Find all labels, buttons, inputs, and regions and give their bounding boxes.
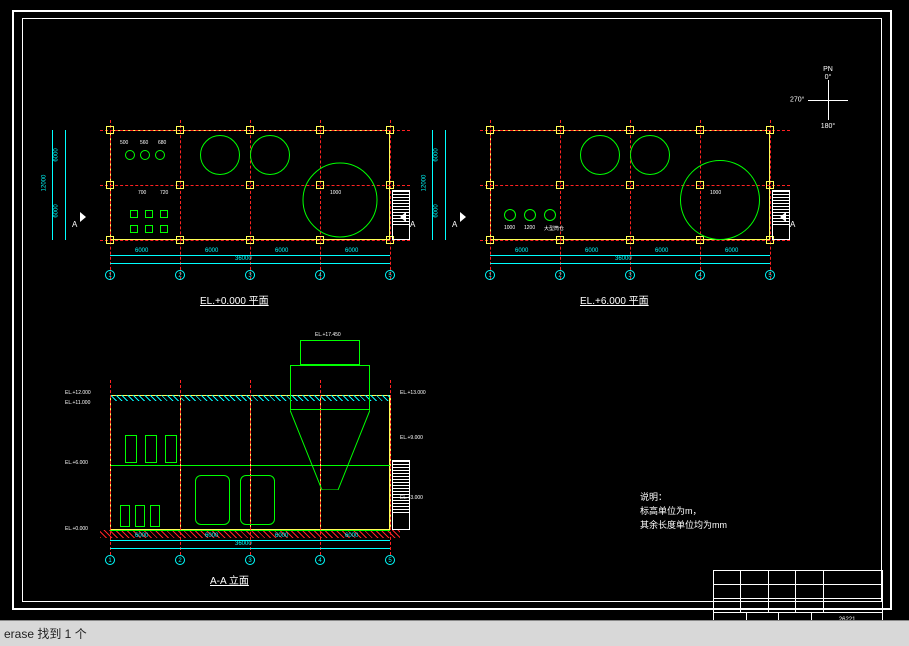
status-bar: erase 找到 1 个 <box>0 620 909 646</box>
section-view-aa: EL.+12.000 EL.+11.000 EL.+6.000 EL.+0.00… <box>100 340 400 570</box>
title-block: 26221 <box>713 570 883 626</box>
plan-view-el6: 1000 1200 大型筒仓 1000 A A 6000 6000 12000 … <box>480 120 790 280</box>
drawing-notes: 说明： 标高单位为m， 其余长度单位均为mm <box>640 490 727 532</box>
notes-line1: 标高单位为m， <box>640 504 727 518</box>
notes-heading: 说明： <box>640 490 727 504</box>
compass-west-label: 270° <box>790 97 804 104</box>
plan1-title: EL.+0.000 平面 <box>200 292 269 307</box>
plan2-title: EL.+6.000 平面 <box>580 292 649 307</box>
plan-view-el0: 500 560 680 700 720 1000 A A 6000 6000 1… <box>100 120 410 280</box>
section-title: A-A 立面 <box>210 572 249 587</box>
compass-south-label: 180° <box>821 123 835 130</box>
compass-pn-label: PN <box>823 66 833 73</box>
notes-line2: 其余长度单位均为mm <box>640 518 727 532</box>
command-line-text[interactable]: erase 找到 1 个 <box>0 625 87 642</box>
north-arrow: PN 0° 180° 270° <box>808 80 848 120</box>
compass-north-label: 0° <box>825 74 832 81</box>
